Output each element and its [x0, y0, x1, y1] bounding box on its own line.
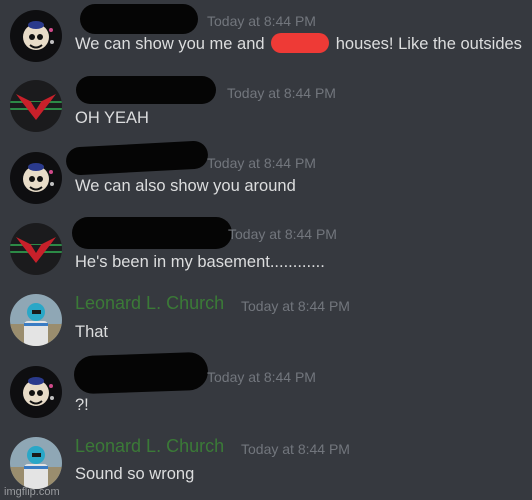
redacted-username — [76, 76, 216, 104]
avatar-cartoon[interactable] — [10, 152, 62, 204]
author-name[interactable]: Leonard L. Church — [75, 292, 224, 314]
winged-emblem-avatar-icon — [10, 80, 62, 132]
message-text-after: houses! Like the outsides — [331, 35, 522, 53]
message-text: That — [75, 323, 109, 341]
redacted-username — [80, 4, 198, 34]
avatar-photo[interactable] — [10, 294, 62, 346]
message-7: Leonard L. Church Today at 8:44 PM Sound… — [0, 435, 532, 497]
message-timestamp: Today at 8:44 PM — [241, 298, 350, 314]
message-timestamp: Today at 8:44 PM — [228, 226, 337, 242]
message-6: Today at 8:44 PM ?! — [0, 351, 532, 426]
message-text-before: We can show you me and — [75, 35, 270, 53]
message-text: OH YEAH — [75, 109, 149, 127]
winged-emblem-avatar-icon — [10, 223, 62, 275]
person-photo-avatar-icon — [10, 294, 62, 346]
message-timestamp: Today at 8:44 PM — [207, 155, 316, 171]
message-text: Sound so wrong — [75, 465, 195, 483]
avatar-emblem[interactable] — [10, 80, 62, 132]
imgflip-watermark: imgflip.com — [4, 486, 60, 498]
avatar-photo[interactable] — [10, 437, 62, 489]
message-timestamp: Today at 8:44 PM — [207, 369, 316, 385]
cartoon-avatar-icon — [10, 10, 62, 62]
message-1: Today at 8:44 PM We can show you me and … — [0, 4, 532, 70]
redacted-username — [65, 140, 209, 176]
message-text: ?! — [75, 396, 89, 414]
message-5: Leonard L. Church Today at 8:44 PM That — [0, 292, 532, 354]
red-redaction — [271, 33, 330, 53]
redacted-username — [73, 351, 209, 395]
avatar-cartoon[interactable] — [10, 10, 62, 62]
message-timestamp: Today at 8:44 PM — [207, 13, 316, 29]
message-4: Today at 8:44 PM He's been in my basemen… — [0, 217, 532, 283]
message-text: He's been in my basement............ — [75, 253, 325, 271]
message-timestamp: Today at 8:44 PM — [227, 85, 336, 101]
message-text: We can also show you around — [75, 177, 296, 195]
message-3: Today at 8:44 PM We can also show you ar… — [0, 140, 532, 212]
message-text: We can show you me and houses! Like the … — [75, 33, 522, 55]
person-photo-avatar-icon — [10, 437, 62, 489]
author-name[interactable]: Leonard L. Church — [75, 435, 224, 457]
cartoon-avatar-icon — [10, 366, 62, 418]
avatar-cartoon[interactable] — [10, 366, 62, 418]
redacted-username — [72, 217, 232, 249]
cartoon-avatar-icon — [10, 152, 62, 204]
message-timestamp: Today at 8:44 PM — [241, 441, 350, 457]
avatar-emblem[interactable] — [10, 223, 62, 275]
chat-log: Today at 8:44 PM We can show you me and … — [0, 0, 532, 500]
message-2: Today at 8:44 PM OH YEAH — [0, 76, 532, 140]
